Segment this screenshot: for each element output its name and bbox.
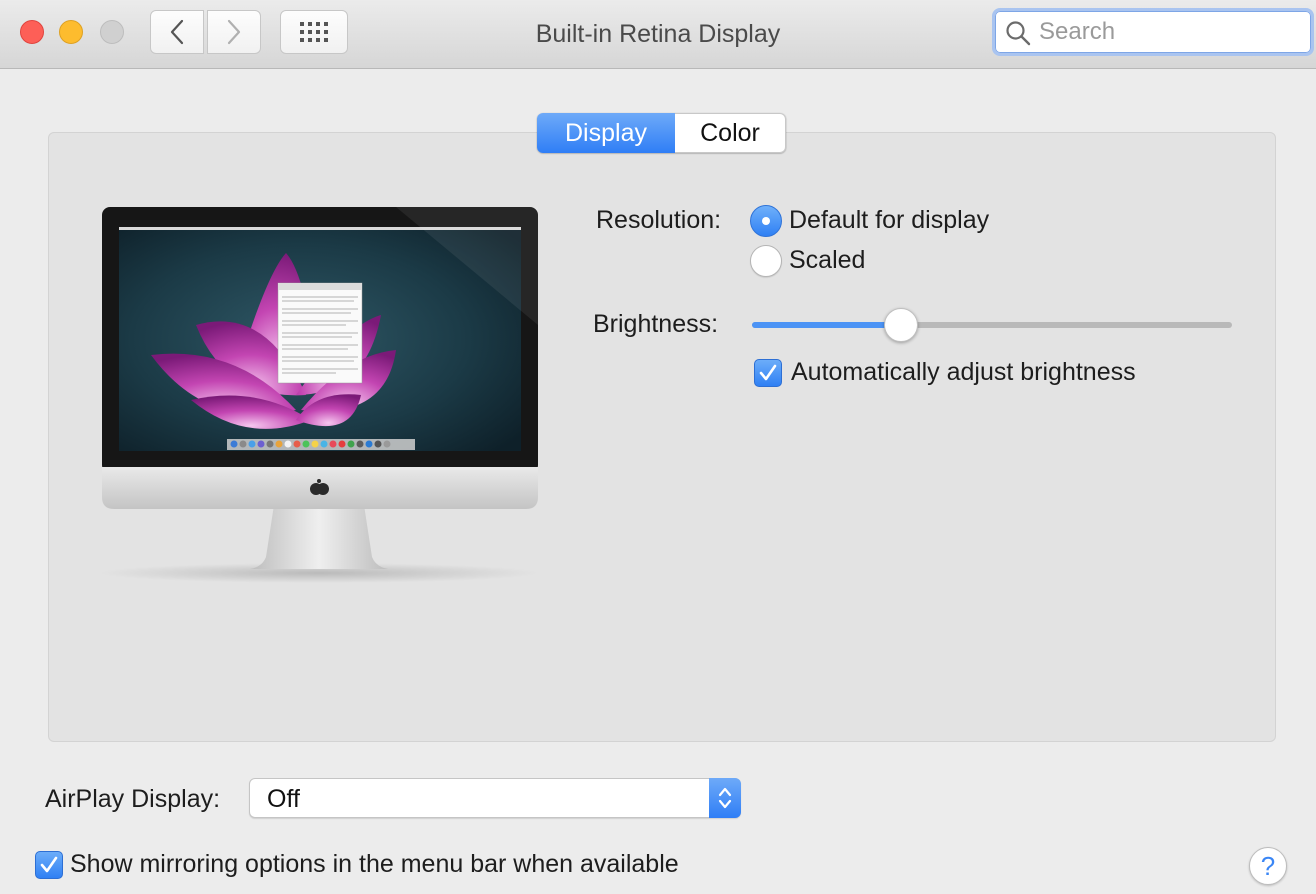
airplay-display-value: Off	[267, 785, 300, 813]
radio-scaled-label[interactable]: Scaled	[789, 246, 865, 275]
tab-display-label: Display	[565, 118, 647, 147]
tab-color[interactable]: Color	[675, 113, 786, 153]
search-icon	[1006, 21, 1031, 46]
brightness-slider-knob[interactable]	[883, 308, 918, 342]
airplay-display-label: AirPlay Display:	[45, 785, 221, 813]
search-field[interactable]	[992, 8, 1314, 56]
imac-display-illustration	[99, 207, 539, 583]
resolution-label: Resolution:	[596, 206, 722, 234]
mirroring-options-checkbox[interactable]	[35, 851, 63, 879]
radio-scaled[interactable]	[750, 245, 782, 277]
tab-color-label: Color	[700, 118, 760, 147]
auto-brightness-checkbox[interactable]	[754, 359, 782, 387]
checkmark-icon	[40, 856, 58, 873]
help-icon: ?	[1260, 850, 1276, 881]
mirroring-options-label[interactable]: Show mirroring options in the menu bar w…	[70, 850, 679, 879]
updown-arrows-icon	[709, 778, 741, 818]
radio-default-for-display[interactable]	[750, 205, 782, 237]
title-bar: Built-in Retina Display	[0, 0, 1316, 69]
help-button[interactable]: ?	[1249, 847, 1287, 885]
tab-display[interactable]: Display	[537, 113, 675, 153]
brightness-slider-fill	[752, 322, 901, 328]
search-input[interactable]	[1039, 17, 1299, 47]
checkmark-icon	[759, 364, 777, 381]
brightness-label: Brightness:	[593, 310, 719, 338]
airplay-display-select[interactable]: Off	[249, 778, 741, 818]
auto-brightness-label[interactable]: Automatically adjust brightness	[791, 358, 1136, 387]
tab-bar: Display Color	[537, 113, 786, 153]
radio-default-for-display-label[interactable]: Default for display	[789, 206, 989, 235]
